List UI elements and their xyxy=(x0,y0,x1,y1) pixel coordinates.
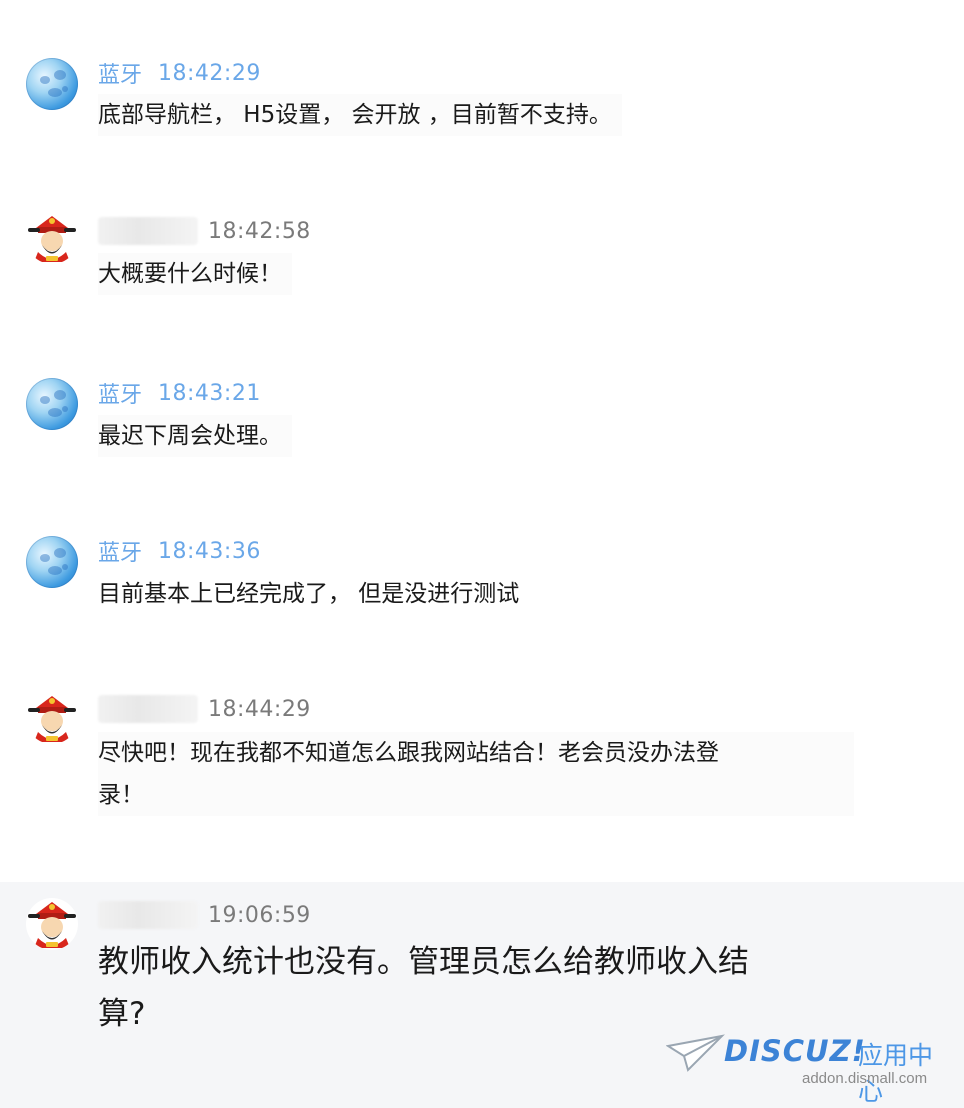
message-time: 18:42:29 xyxy=(158,60,261,86)
deity-avatar-icon xyxy=(28,902,76,948)
message-text: 底部导航栏， H5设置， 会开放 ，目前暂不支持。 xyxy=(98,94,622,136)
watermark: DISCUZ! 应用中心 addon.dismall.com xyxy=(666,1028,946,1106)
chat-history: 蓝牙 18:42:29 底部导航栏， H5设置， 会开放 ，目前暂不支持。 18… xyxy=(0,0,964,1108)
message-time: 18:43:36 xyxy=(158,538,261,564)
message-meta: 蓝牙 18:42:29 xyxy=(98,57,261,89)
watermark-domain: addon.dismall.com xyxy=(802,1070,928,1087)
message-time: 18:43:21 xyxy=(158,380,261,406)
sender-name-redacted[interactable] xyxy=(98,217,198,245)
message-time: 18:44:29 xyxy=(208,696,311,722)
message-meta: 18:44:29 xyxy=(98,694,311,724)
message-meta: 蓝牙 18:43:36 xyxy=(98,535,261,567)
message-item: 蓝牙 18:43:36 目前基本上已经完成了， 但是没进行测试 xyxy=(0,530,964,620)
message-text: 尽快吧！现在我都不知道怎么跟我网站结合！老会员没办法登 录！ xyxy=(98,732,854,816)
sender-name[interactable]: 蓝牙 xyxy=(98,535,142,567)
message-item: 蓝牙 18:43:21 最迟下周会处理。 xyxy=(0,372,964,462)
avatar[interactable] xyxy=(26,898,78,950)
message-meta: 19:06:59 xyxy=(98,900,311,930)
message-text-line: 算? xyxy=(98,996,146,1032)
message-text: 目前基本上已经完成了， 但是没进行测试 xyxy=(98,581,520,607)
message-text-line: 录！ xyxy=(98,782,144,808)
message-time: 18:42:58 xyxy=(208,218,311,244)
avatar[interactable] xyxy=(26,536,78,588)
watermark-brand: DISCUZ! xyxy=(724,1034,866,1068)
avatar[interactable] xyxy=(26,692,78,744)
message-item: 18:42:58 大概要什么时候！ xyxy=(0,208,964,308)
avatar[interactable] xyxy=(26,378,78,430)
message-item: 18:44:29 尽快吧！现在我都不知道怎么跟我网站结合！老会员没办法登 录！ xyxy=(0,688,964,828)
message-text-line: 尽快吧！现在我都不知道怎么跟我网站结合！老会员没办法登 xyxy=(98,740,719,766)
sender-name-redacted[interactable] xyxy=(98,695,198,723)
message-item: 蓝牙 18:42:29 底部导航栏， H5设置， 会开放 ，目前暂不支持。 xyxy=(0,50,964,150)
message-text: 大概要什么时候！ xyxy=(98,253,292,295)
deity-avatar-icon xyxy=(28,696,76,742)
message-meta: 18:42:58 xyxy=(98,216,311,246)
deity-avatar-icon xyxy=(28,216,76,262)
sender-name-redacted[interactable] xyxy=(98,901,198,929)
paper-plane-icon xyxy=(666,1034,725,1072)
message-text-line: 教师收入统计也没有。管理员怎么给教师收入结 xyxy=(98,944,749,980)
message-meta: 蓝牙 18:43:21 xyxy=(98,377,261,409)
avatar[interactable] xyxy=(26,212,78,264)
message-time: 19:06:59 xyxy=(208,902,311,928)
message-text: 教师收入统计也没有。管理员怎么给教师收入结 算? xyxy=(98,936,759,1040)
message-text: 最迟下周会处理。 xyxy=(98,415,292,457)
sender-name[interactable]: 蓝牙 xyxy=(98,57,142,89)
sender-name[interactable]: 蓝牙 xyxy=(98,377,142,409)
avatar[interactable] xyxy=(26,58,78,110)
